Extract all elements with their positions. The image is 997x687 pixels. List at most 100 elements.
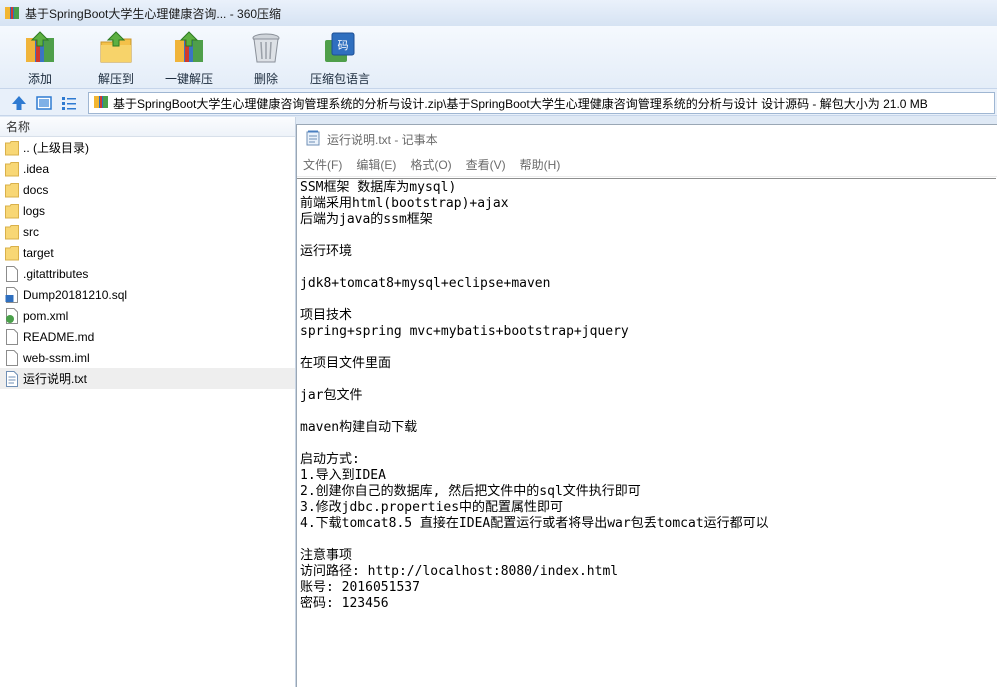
file-list-item[interactable]: .gitattributes (0, 263, 295, 284)
text-line: 账号: 2016051537 (300, 580, 420, 595)
file-name: logs (23, 203, 46, 218)
file-name: web-ssm.iml (23, 350, 90, 365)
text-line: 后端为java的ssm框架 (300, 212, 433, 227)
name-column-header[interactable]: 名称 (0, 117, 295, 137)
menu-view[interactable]: 查看(V) (466, 156, 506, 173)
file-icon (5, 349, 19, 366)
text-line: jdk8+tomcat8+mysql+eclipse+maven (300, 276, 551, 291)
folder-icon (5, 224, 19, 240)
text-line: 注意事项 (300, 548, 353, 563)
notepad-text-area[interactable]: SSM框架 数据库为mysql) 前端采用html(bootstrap)+ajax… (297, 178, 996, 686)
file-name: .. (上级目录) (23, 141, 89, 155)
text-line: 访问路径: http://localhost:8080/index.html (300, 564, 619, 579)
language-code-icon: 码 (320, 28, 360, 68)
menu-format[interactable]: 格式(O) (410, 156, 451, 173)
one-click-extract-label: 一键解压 (165, 72, 214, 86)
add-archive-icon (20, 28, 60, 68)
folder-icon (5, 245, 19, 261)
file-icon (5, 265, 19, 282)
file-list-item[interactable]: logs (0, 200, 295, 221)
file-list-item[interactable]: README.md (0, 326, 295, 347)
navigation-bar: 基于SpringBoot大学生心理健康咨询管理系统的分析与设计.zip\基于Sp… (0, 88, 997, 116)
list-view-icon[interactable] (60, 94, 78, 112)
file-name: Dump20181210.sql (23, 287, 128, 302)
add-label: 添加 (27, 72, 52, 86)
file-list-item[interactable]: 运行说明.txt (0, 368, 295, 389)
text-line (300, 404, 993, 420)
text-line (300, 372, 993, 388)
address-field[interactable]: 基于SpringBoot大学生心理健康咨询管理系统的分析与设计.zip\基于Sp… (88, 92, 995, 114)
extract-to-button[interactable]: 解压到 (96, 28, 136, 87)
svg-text:码: 码 (338, 39, 349, 52)
file-name: target (23, 245, 54, 260)
text-line: 2.创建你自己的数据库, 然后把文件中的sql文件执行即可 (300, 484, 641, 499)
file-name: 运行说明.txt (23, 372, 88, 386)
file-icon (5, 328, 19, 345)
xml-file-icon (5, 307, 19, 324)
archive-language-label: 压缩包语言 (310, 72, 371, 86)
folder-icon (5, 182, 19, 198)
notepad-title-bar: 运行说明.txt - 记事本 (297, 125, 997, 153)
text-line: 1.导入到IDEA (300, 468, 386, 483)
file-name: .idea (23, 161, 50, 176)
file-list-item[interactable]: .. (上级目录) (0, 137, 295, 158)
delete-button[interactable]: 删除 (246, 28, 286, 87)
text-line (300, 228, 993, 244)
menu-file[interactable]: 文件(F) (303, 156, 342, 173)
text-line: 3.修改jdbc.properties中的配置属性即可 (300, 500, 564, 515)
file-list-item[interactable]: web-ssm.iml (0, 347, 295, 368)
folder-icon (5, 203, 19, 219)
text-line: 4.下载tomcat8.5 直接在IDEA配置运行或者将导出war包丢tomca… (300, 516, 769, 531)
text-line: 运行环境 (300, 244, 353, 259)
text-file-icon (5, 370, 19, 387)
file-list-item[interactable]: src (0, 221, 295, 242)
extract-to-label: 解压到 (97, 72, 134, 86)
sql-file-icon (5, 286, 19, 303)
file-name: src (23, 224, 39, 239)
toolbar: 添加 解压到 一键解压 删除 码 压缩包语言 (0, 26, 997, 88)
file-list: .. (上级目录) .idea docs logs src target .gitattri… (0, 137, 295, 389)
one-click-extract-button[interactable]: 一键解压 (165, 28, 213, 87)
archive-icon (93, 94, 109, 113)
folder-icon (5, 161, 19, 177)
up-arrow-icon[interactable] (10, 94, 28, 112)
file-list-pane: 名称 .. (上级目录) .idea docs logs src target .gitat… (0, 117, 296, 687)
text-line (300, 340, 993, 356)
text-line: jar包文件 (300, 388, 363, 403)
notepad-icon (305, 130, 321, 149)
text-line: 前端采用html(bootstrap)+ajax (300, 196, 509, 211)
text-line (300, 260, 993, 276)
file-list-item[interactable]: pom.xml (0, 305, 295, 326)
menu-edit[interactable]: 编辑(E) (356, 156, 396, 173)
menu-help[interactable]: 帮助(H) (520, 156, 561, 173)
file-name: docs (23, 182, 49, 197)
file-name: README.md (23, 329, 95, 344)
archive-language-button[interactable]: 码 压缩包语言 (310, 28, 370, 87)
window-title: 基于SpringBoot大学生心理健康咨询... - 360压缩 (25, 6, 282, 21)
file-name: pom.xml (23, 308, 69, 323)
notepad-menu-bar: 文件(F) 编辑(E) 格式(O) 查看(V) 帮助(H) (297, 153, 997, 177)
trash-icon (246, 28, 286, 68)
notepad-title: 运行说明.txt - 记事本 (327, 132, 438, 147)
folder-icon (5, 140, 19, 156)
text-line: spring+spring mvc+mybatis+bootstrap+jque… (300, 324, 629, 339)
text-line: 启动方式: (300, 452, 360, 467)
address-path: 基于SpringBoot大学生心理健康咨询管理系统的分析与设计.zip\基于Sp… (113, 96, 928, 111)
text-line (300, 292, 993, 308)
text-line (300, 532, 993, 548)
text-line: 密码: 123456 (300, 596, 389, 611)
text-line: maven构建自动下载 (300, 420, 418, 435)
delete-label: 删除 (253, 72, 278, 86)
text-line: 在项目文件里面 (300, 356, 392, 371)
title-bar: 基于SpringBoot大学生心理健康咨询... - 360压缩 (0, 0, 997, 26)
file-list-item[interactable]: Dump20181210.sql (0, 284, 295, 305)
thumbnail-view-icon[interactable] (35, 94, 53, 112)
add-button[interactable]: 添加 (20, 28, 60, 87)
file-list-item[interactable]: .idea (0, 158, 295, 179)
file-list-item[interactable]: target (0, 242, 295, 263)
text-line: SSM框架 数据库为mysql) (300, 180, 457, 195)
file-list-item[interactable]: docs (0, 179, 295, 200)
extract-folder-icon (96, 28, 136, 68)
notepad-window: 运行说明.txt - 记事本 文件(F) 编辑(E) 格式(O) 查看(V) 帮… (296, 124, 997, 687)
file-name: .gitattributes (23, 266, 89, 281)
